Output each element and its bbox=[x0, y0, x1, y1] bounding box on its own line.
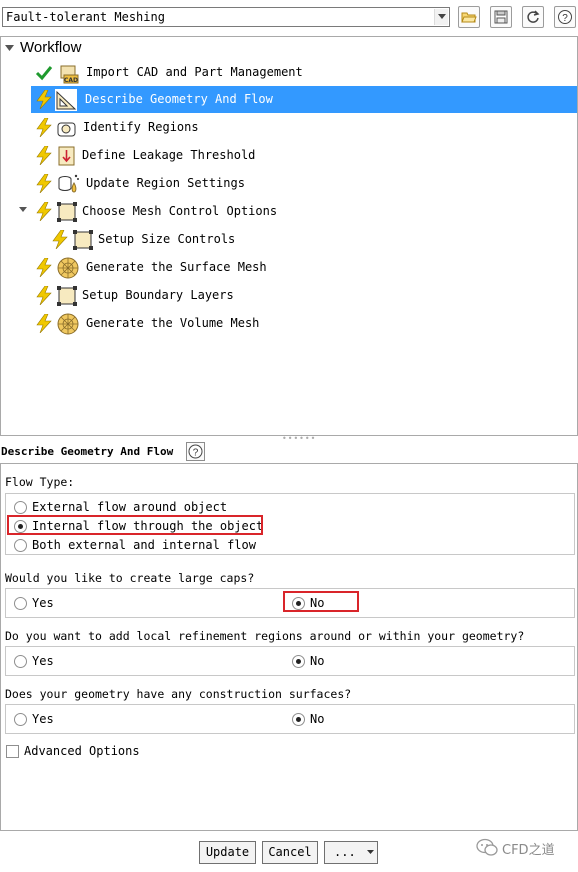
refresh-button[interactable] bbox=[522, 6, 544, 28]
local-refinement-question: Do you want to add local refinement regi… bbox=[5, 629, 525, 643]
size-control-icon bbox=[73, 230, 93, 250]
local-refinement-group: Yes No bbox=[5, 646, 575, 676]
cancel-button[interactable]: Cancel bbox=[262, 841, 318, 864]
region-icon bbox=[57, 122, 76, 137]
workflow-title: Workflow bbox=[20, 39, 82, 56]
tree-item-describe-geometry[interactable]: Describe Geometry And Flow bbox=[31, 86, 577, 113]
tree-item-generate-surface-mesh[interactable]: Generate the Surface Mesh bbox=[31, 254, 577, 281]
save-button[interactable] bbox=[490, 6, 512, 28]
lightning-icon bbox=[36, 258, 52, 277]
radio-button[interactable] bbox=[292, 713, 305, 726]
tree-item-label: Setup Size Controls bbox=[98, 232, 236, 246]
tree-item-label: Generate the Surface Mesh bbox=[86, 260, 267, 274]
workflow-selector-value: Fault-tolerant Meshing bbox=[6, 10, 165, 24]
large-caps-question: Would you like to create large caps? bbox=[5, 571, 255, 585]
option-label: Yes bbox=[32, 654, 54, 668]
advanced-options-checkbox[interactable] bbox=[6, 745, 19, 758]
svg-text:CAD: CAD bbox=[64, 77, 78, 84]
tree-item-label: Describe Geometry And Flow bbox=[85, 92, 273, 106]
tree-item-label: Identify Regions bbox=[83, 120, 199, 134]
tree-item-label: Define Leakage Threshold bbox=[82, 148, 256, 162]
task-panel: Flow Type: External flow around object I… bbox=[0, 463, 578, 831]
radio-button[interactable] bbox=[14, 597, 27, 610]
tree-item-label: Update Region Settings bbox=[86, 176, 245, 190]
radio-button[interactable] bbox=[14, 501, 27, 514]
advanced-options-label[interactable]: Advanced Options bbox=[24, 744, 140, 758]
tree-item-generate-volume-mesh[interactable]: Generate the Volume Mesh bbox=[31, 310, 577, 337]
tree-item-setup-size-controls[interactable]: Setup Size Controls bbox=[31, 226, 577, 253]
option-label: No bbox=[310, 654, 325, 668]
highlight-box bbox=[283, 591, 359, 612]
tree-item-label: Import CAD and Part Management bbox=[86, 65, 303, 79]
highlight-box bbox=[7, 515, 263, 535]
collapse-caret-icon[interactable] bbox=[5, 45, 15, 53]
lightning-icon bbox=[36, 314, 52, 333]
option-label: External flow around object bbox=[32, 500, 228, 514]
cad-import-icon: CAD bbox=[60, 65, 79, 84]
tree-item-choose-mesh-control[interactable]: Choose Mesh Control Options bbox=[19, 198, 577, 225]
lightning-icon bbox=[36, 118, 52, 137]
chevron-down-icon[interactable] bbox=[434, 9, 448, 25]
radio-button[interactable] bbox=[14, 713, 27, 726]
radio-button[interactable] bbox=[14, 655, 27, 668]
lightning-icon bbox=[52, 230, 68, 249]
lightning-icon bbox=[36, 202, 52, 221]
volume-mesh-icon bbox=[57, 313, 79, 335]
watermark: CFD之道 bbox=[476, 836, 576, 860]
construction-surfaces-question: Does your geometry have any construction… bbox=[5, 687, 352, 701]
option-label: Yes bbox=[32, 596, 54, 610]
radio-button[interactable] bbox=[292, 655, 305, 668]
panel-splitter[interactable]: •••••• bbox=[282, 434, 316, 443]
help-button[interactable]: ? bbox=[554, 6, 576, 28]
boundary-layer-icon bbox=[57, 286, 77, 306]
tree-item-update-region-settings[interactable]: Update Region Settings bbox=[31, 170, 577, 197]
help-icon: ? bbox=[188, 444, 203, 459]
lightning-icon bbox=[36, 146, 52, 165]
task-help-button[interactable]: ? bbox=[186, 442, 205, 461]
update-button[interactable]: Update bbox=[199, 841, 256, 864]
top-toolbar: Fault-tolerant Meshing ? bbox=[0, 0, 578, 36]
tree-item-define-leakage[interactable]: Define Leakage Threshold bbox=[31, 142, 577, 169]
tree-item-label: Setup Boundary Layers bbox=[82, 288, 234, 302]
region-settings-icon bbox=[58, 174, 79, 193]
task-title: Describe Geometry And Flow bbox=[1, 445, 174, 458]
chevron-down-icon bbox=[367, 850, 374, 854]
more-options-label: ... bbox=[334, 845, 356, 859]
help-icon: ? bbox=[558, 10, 572, 24]
tree-item-label: Generate the Volume Mesh bbox=[86, 316, 260, 330]
lightning-icon bbox=[36, 90, 52, 109]
save-icon bbox=[494, 10, 508, 24]
option-label: Both external and internal flow bbox=[32, 538, 256, 552]
option-label: No bbox=[310, 712, 325, 726]
construction-surfaces-group: Yes No bbox=[5, 704, 575, 734]
option-label: Yes bbox=[32, 712, 54, 726]
workflow-tree-panel: Workflow CAD Import CAD and Part Managem… bbox=[0, 36, 578, 436]
watermark-text: CFD之道 bbox=[502, 843, 555, 858]
leakage-arrow-icon bbox=[58, 146, 75, 166]
surface-mesh-icon bbox=[57, 257, 79, 279]
flow-type-label: Flow Type: bbox=[5, 475, 75, 489]
tree-item-label: Choose Mesh Control Options bbox=[82, 204, 278, 218]
tree-item-identify-regions[interactable]: Identify Regions bbox=[31, 114, 577, 141]
svg-text:?: ? bbox=[562, 13, 568, 24]
lightning-icon bbox=[36, 286, 52, 305]
geometry-ruler-icon bbox=[55, 89, 77, 111]
mesh-control-icon bbox=[57, 202, 77, 222]
wechat-logo-icon bbox=[476, 838, 498, 856]
check-icon bbox=[35, 66, 53, 81]
svg-text:?: ? bbox=[193, 448, 199, 459]
tree-item-setup-boundary-layers[interactable]: Setup Boundary Layers bbox=[31, 282, 577, 309]
workflow-selector[interactable]: Fault-tolerant Meshing bbox=[2, 7, 450, 27]
more-options-button[interactable]: ... bbox=[324, 841, 378, 864]
lightning-icon bbox=[36, 174, 52, 193]
radio-button[interactable] bbox=[14, 539, 27, 552]
tree-item-import-cad[interactable]: CAD Import CAD and Part Management bbox=[31, 59, 577, 86]
refresh-icon bbox=[527, 10, 540, 23]
expand-caret-icon[interactable] bbox=[19, 207, 27, 213]
open-folder-button[interactable] bbox=[458, 6, 480, 28]
open-folder-icon bbox=[461, 12, 477, 23]
